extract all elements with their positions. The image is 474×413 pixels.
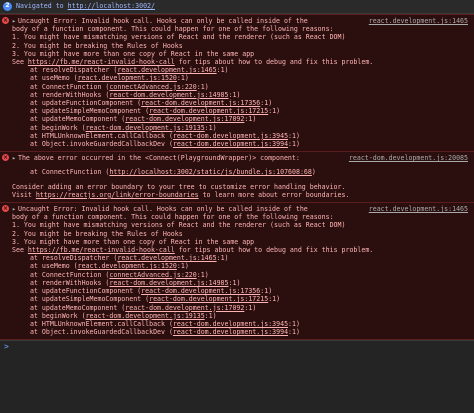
stack-frame: at HTMLUnknownElement.callCallback (reac… (30, 319, 300, 328)
stack-frame-link[interactable]: react-dom.development.js:17092 (125, 304, 244, 312)
stack-frame-link[interactable]: react.development.js:1465 (117, 254, 216, 262)
error-message-1[interactable]: × ▸ Uncaught Error: Invalid hook call. Ho… (0, 14, 474, 153)
error-line: 1. You might have mismatching versions o… (12, 33, 346, 42)
expand-triangle-icon[interactable]: ▸ (12, 205, 16, 213)
navigation-message: 2 Navigated to http://localhost:3002/ (0, 0, 474, 14)
stack-frame-link[interactable]: react-dom.development.js:3994 (173, 328, 288, 336)
stack-frame: at renderWithHooks (react-dom.developmen… (30, 90, 241, 99)
stack-frame-link[interactable]: react-dom.development.js:17092 (125, 115, 244, 123)
stack-frame: at updateSimpleMemoComponent (react-dom.… (30, 295, 281, 304)
error-line: 2. You might be breaking the Rules of Ho… (12, 229, 183, 238)
see-prefix: See (12, 58, 28, 67)
stack-trace: at resolveDispatcher (react.development.… (12, 254, 468, 336)
navigated-label: Navigated to (16, 2, 64, 11)
stack-frame-link[interactable]: react-dom.development.js:17215 (149, 107, 268, 115)
stack-frame: at updateSimpleMemoComponent (react-dom.… (30, 107, 281, 116)
visit-suffix: to learn more about error boundaries. (198, 190, 350, 199)
stack-frame: at Object.invokeGuardedCallbackDev (reac… (30, 328, 300, 337)
prompt-chevron-icon: > (4, 342, 9, 352)
stack-frame: at beginWork (react-dom.development.js:1… (30, 311, 217, 320)
stack-frame: at Object.invokeGuardedCallbackDev (reac… (30, 140, 300, 149)
stack-frame: at resolveDispatcher (react.development.… (30, 66, 229, 75)
error-source-link[interactable]: react.development.js:1465 (369, 205, 468, 213)
stack-frame: at useMemo (react.development.js:1520:1) (30, 74, 189, 83)
error-icon: × (2, 205, 9, 213)
stack-frame-link[interactable]: react.development.js:1520 (78, 262, 177, 270)
error-source-link[interactable]: react-dom.development.js:20085 (349, 154, 468, 162)
invalid-hook-call-link[interactable]: https://fb.me/react-invalid-hook-call (28, 58, 175, 66)
stack-frame-link[interactable]: connectAdvanced.js:220 (109, 271, 196, 279)
stack-frame-link[interactable]: react-dom.development.js:3945 (173, 320, 288, 328)
error-source-link[interactable]: react.development.js:1465 (369, 17, 468, 25)
see-suffix: for tips about how to debug and fix this… (174, 246, 374, 255)
stack-frame-link[interactable]: react.development.js:1520 (78, 74, 177, 82)
invalid-hook-call-link[interactable]: https://fb.me/react-invalid-hook-call (28, 246, 175, 254)
see-suffix: for tips about how to debug and fix this… (174, 58, 374, 67)
stack-frame-link[interactable]: react-dom.development.js:3994 (173, 140, 288, 148)
stack-trace: at resolveDispatcher (react.development.… (12, 66, 468, 148)
stack-frame-link[interactable]: react-dom.development.js:3945 (173, 132, 288, 140)
devtools-console: 2 Navigated to http://localhost:3002/ × … (0, 0, 474, 413)
stack-frame: at useMemo (react.development.js:1520:1) (30, 262, 189, 271)
stack-frame: at ConnectFunction (connectAdvanced.js:2… (30, 82, 209, 91)
stack-frame: at renderWithHooks (react-dom.developmen… (30, 278, 241, 287)
error-message-2[interactable]: × ▸ The above error occurred in the <Conn… (0, 152, 474, 204)
stack-frame-link[interactable]: react-dom.development.js:17215 (149, 295, 268, 303)
error-line: 3. You might have more than one copy of … (12, 49, 255, 58)
navigated-url-link[interactable]: http://localhost:3002/ (68, 2, 155, 10)
error-message-3[interactable]: × ▸ Uncaught Error: Invalid hook call. Ho… (0, 203, 474, 341)
visit-prefix: Visit (12, 190, 36, 199)
stack-frame: at ConnectFunction (connectAdvanced.js:2… (30, 270, 209, 279)
stack-frame: at updateFunctionComponent (react-dom.de… (30, 287, 273, 296)
error-icon: × (2, 154, 9, 162)
stack-frame-link[interactable]: react-dom.development.js:17356 (141, 287, 260, 295)
error-line: body of a function component. This could… (12, 213, 334, 222)
stack-frame: at HTMLUnknownElement.callCallback (reac… (30, 131, 300, 140)
error-icon: × (2, 17, 9, 24)
error-line: 1. You might have mismatching versions o… (12, 221, 346, 230)
error-boundaries-link[interactable]: https://reactjs.org/link/error-boundarie… (36, 191, 199, 199)
stack-frame: at updateMemoComponent (react-dom.develo… (30, 303, 257, 312)
stack-frame-link[interactable]: react-dom.development.js:14985 (109, 279, 228, 287)
stack-frame-link[interactable]: react-dom.development.js:14985 (109, 91, 228, 99)
error-line: 3. You might have more than one copy of … (12, 237, 255, 246)
error-title: The above error occurred in the <Connect… (17, 154, 300, 163)
console-prompt[interactable]: > (0, 340, 474, 353)
error-title: Uncaught Error: Invalid hook call. Hooks… (17, 17, 308, 25)
stack-frame-link[interactable]: react-dom.development.js:19135 (86, 124, 205, 132)
stack-frame-link[interactable]: react.development.js:1465 (117, 66, 216, 74)
error-title: Uncaught Error: Invalid hook call. Hooks… (17, 205, 308, 214)
bundle-link[interactable]: http://localhost:3002/static/js/bundle.j… (109, 168, 311, 176)
stack-frame-link[interactable]: connectAdvanced.js:220 (109, 83, 196, 91)
message-count-badge: 2 (3, 2, 12, 11)
stack-frame-link[interactable]: react-dom.development.js:19135 (86, 312, 205, 320)
expand-triangle-icon[interactable]: ▸ (12, 154, 16, 162)
stack-frame: at beginWork (react-dom.development.js:1… (30, 123, 217, 132)
stack-frame: at resolveDispatcher (react.development.… (30, 254, 229, 263)
stack-frame: at updateMemoComponent (react-dom.develo… (30, 115, 257, 124)
stack-frame-link[interactable]: react-dom.development.js:17356 (141, 99, 260, 107)
error-line: body of a function component. This could… (12, 25, 334, 34)
see-prefix: See (12, 246, 28, 255)
error-line: 2. You might be breaking the Rules of Ho… (12, 41, 183, 50)
expand-triangle-icon[interactable]: ▸ (12, 17, 16, 25)
stack-frame: at updateFunctionComponent (react-dom.de… (30, 99, 273, 108)
component-stack-frame: at ConnectFunction (http://localhost:300… (30, 168, 316, 177)
advice-line: Consider adding an error boundary to you… (12, 182, 346, 191)
